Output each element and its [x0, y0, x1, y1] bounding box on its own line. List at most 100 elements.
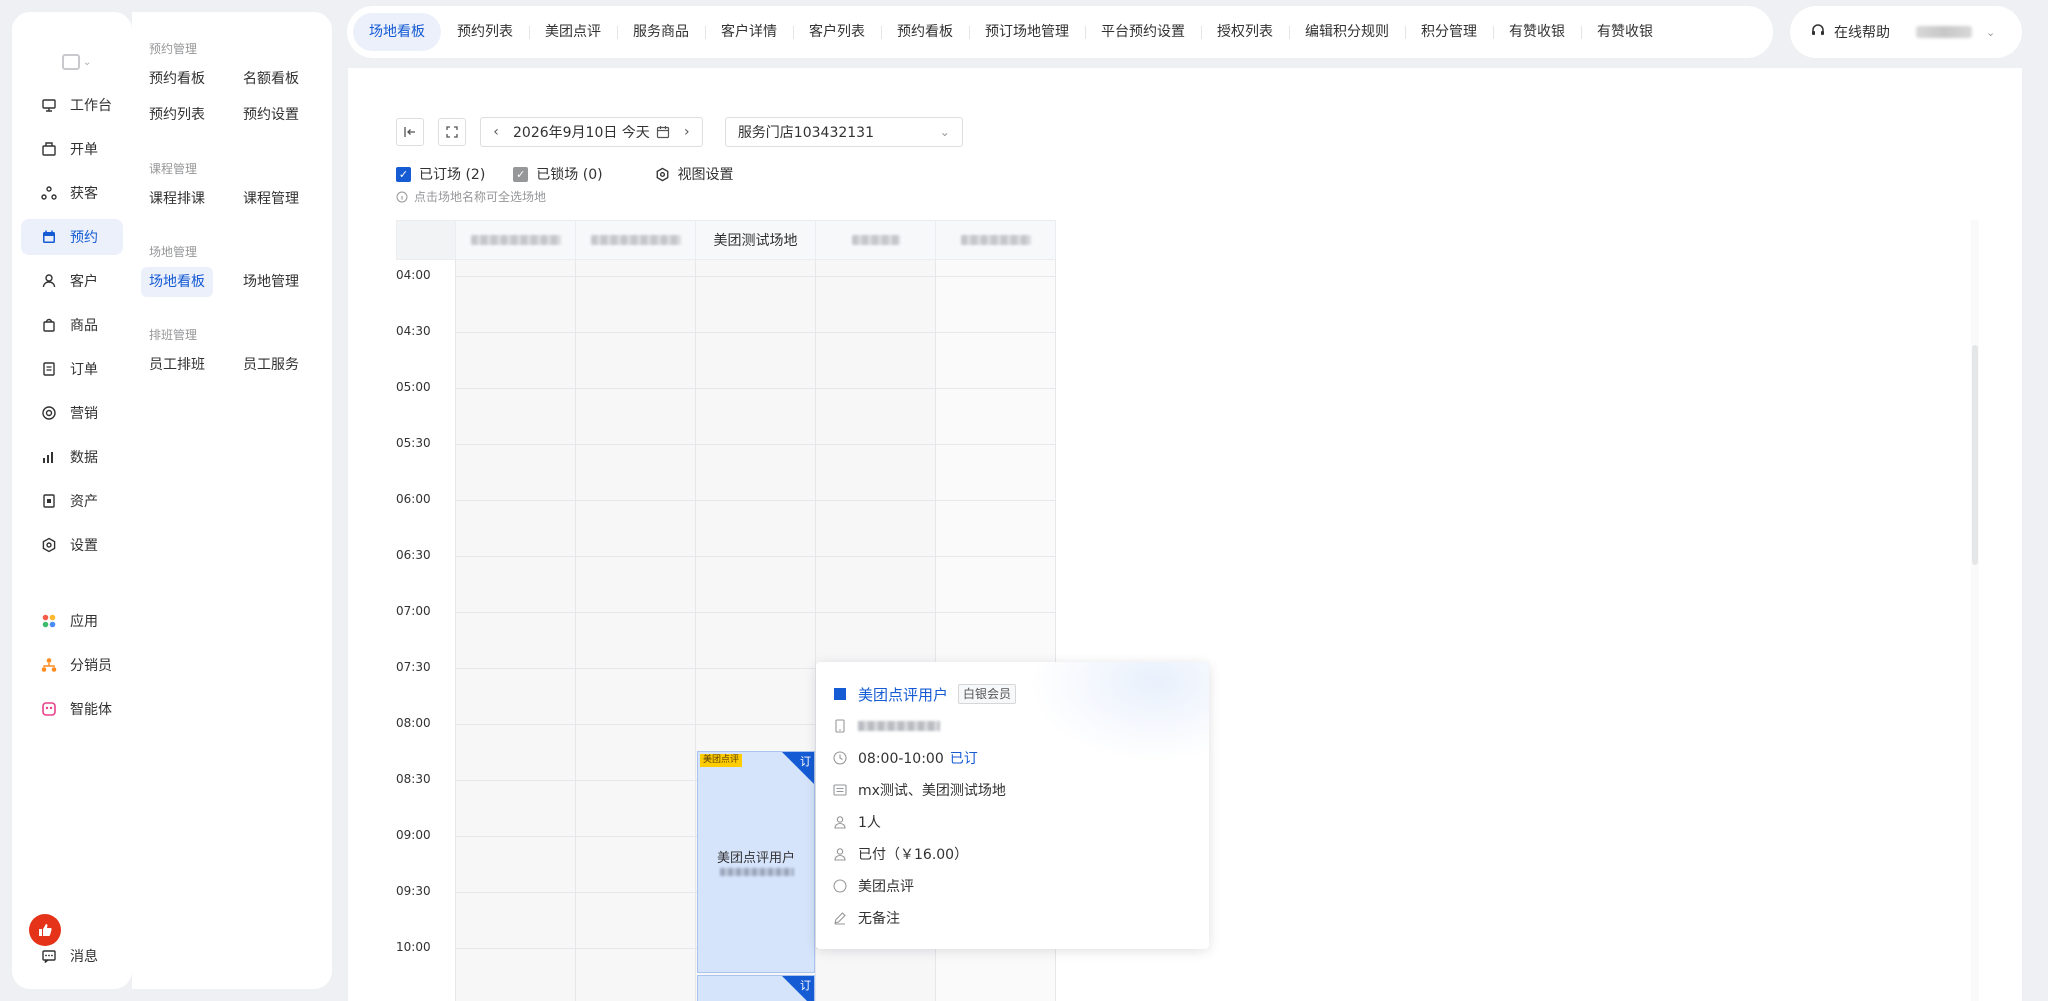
- top-right-bar: 在线帮助 ⌄: [1790, 6, 2022, 58]
- subnav-link-quota-board[interactable]: 名额看板: [235, 64, 307, 94]
- collapse-button[interactable]: [396, 118, 424, 146]
- venue-header[interactable]: [575, 220, 696, 260]
- venue-header[interactable]: [815, 220, 936, 260]
- tab-meituan[interactable]: 美团点评: [529, 13, 617, 51]
- account-name[interactable]: [1916, 26, 1972, 38]
- venue-column[interactable]: [455, 260, 576, 1001]
- thumbs-up-icon: [39, 924, 52, 936]
- popover-customer-name[interactable]: 美团点评用户: [858, 684, 948, 705]
- apps-icon: [41, 613, 57, 629]
- scrollbar-thumb[interactable]: [1972, 345, 1978, 565]
- nav-item-goods[interactable]: 商品: [21, 307, 123, 343]
- nav-item-workbench[interactable]: 工作台: [21, 87, 123, 123]
- list-icon: [832, 782, 848, 798]
- chevron-down-icon: ⌄: [939, 125, 950, 139]
- venue-header[interactable]: [455, 220, 576, 260]
- venue-header[interactable]: 美团测试场地: [695, 220, 816, 260]
- nav-item-distributor[interactable]: 分销员: [21, 647, 123, 683]
- next-day-button[interactable]: ›: [672, 124, 702, 140]
- venue-name-redacted: [960, 235, 1031, 245]
- nav-item-agent[interactable]: 智能体: [21, 691, 123, 727]
- subnav-link-booking-list[interactable]: 预约列表: [141, 100, 213, 130]
- popover-people-row: 1人: [832, 806, 1209, 838]
- user-icon: [41, 273, 57, 289]
- tab-service-goods[interactable]: 服务商品: [617, 13, 705, 51]
- nav-item-customer[interactable]: 客户: [21, 263, 123, 299]
- subnav-link-venue-board[interactable]: 场地看板: [141, 267, 213, 297]
- date-value[interactable]: 2026年9月10日 今天: [511, 122, 672, 142]
- locked-checkbox[interactable]: ✓ 已锁场 (0): [513, 164, 603, 184]
- view-settings-button[interactable]: 视图设置: [655, 164, 734, 184]
- shop-logo-switcher[interactable]: ⌄: [62, 46, 102, 78]
- subnav-group-title: 预约管理: [149, 42, 198, 56]
- phone-redacted: [858, 721, 940, 731]
- nav-label: 资产: [70, 494, 98, 510]
- popover-payment-row: 已付（￥16.00）: [832, 838, 1209, 870]
- nav-item-apps[interactable]: 应用: [21, 603, 123, 639]
- popover-venue: mx测试、美团测试场地: [858, 783, 1006, 799]
- gear-icon: [41, 537, 57, 553]
- nav-label: 开单: [70, 142, 98, 158]
- tab-authorization-list[interactable]: 授权列表: [1201, 13, 1289, 51]
- booking-block[interactable]: 美团点评 订 美团点评用户: [697, 751, 815, 973]
- venue-column[interactable]: [575, 260, 696, 1001]
- acquire-icon: [41, 185, 57, 201]
- subnav-link-course-manage[interactable]: 课程管理: [235, 184, 307, 214]
- popover-venue-row: mx测试、美团测试场地: [832, 774, 1209, 806]
- popover-time-row: 08:00-10:00 已订: [832, 742, 1209, 774]
- time-label: 06:30: [396, 548, 431, 562]
- online-help-link[interactable]: 在线帮助: [1834, 22, 1890, 42]
- calendar-small-icon: [656, 126, 669, 139]
- fullscreen-button[interactable]: [438, 118, 466, 146]
- subnav-link-course-schedule[interactable]: 课程排课: [141, 184, 213, 214]
- nav-item-settings[interactable]: 设置: [21, 527, 123, 563]
- subnav-link-staff-schedule[interactable]: 员工排班: [141, 350, 213, 380]
- popover-customer-row: 美团点评用户 白银会员: [832, 678, 1209, 710]
- tab-customer-detail[interactable]: 客户详情: [705, 13, 793, 51]
- subnav-group-title: 场地管理: [149, 245, 198, 259]
- tab-youzan-cashier[interactable]: 有赞收银: [1493, 13, 1581, 51]
- date-picker[interactable]: ‹ 2026年9月10日 今天 ›: [480, 117, 703, 147]
- venue-name: 美团测试场地: [713, 233, 798, 249]
- popover-phone-row: [832, 710, 1209, 742]
- nav-item-messages[interactable]: 消息: [21, 938, 123, 974]
- tab-booking-list[interactable]: 预约列表: [441, 13, 529, 51]
- nav-label: 订单: [70, 362, 98, 378]
- time-label: 07:30: [396, 660, 431, 674]
- tab-youzan-cashier-2[interactable]: 有赞收银: [1581, 13, 1669, 51]
- popover-time: 08:00-10:00: [858, 751, 944, 767]
- tab-venue-board[interactable]: 场地看板: [353, 13, 441, 51]
- scrollbar-track[interactable]: [1971, 220, 1979, 1001]
- subnav-link-booking-board[interactable]: 预约看板: [141, 64, 213, 94]
- tab-edit-points-rules[interactable]: 编辑积分规则: [1289, 13, 1405, 51]
- tab-platform-booking-settings[interactable]: 平台预约设置: [1085, 13, 1201, 51]
- tab-venue-booking-manage[interactable]: 预订场地管理: [969, 13, 1085, 51]
- venue-header[interactable]: [935, 220, 1056, 260]
- nav-item-data[interactable]: 数据: [21, 439, 123, 475]
- booked-label: 已订场 (2): [419, 167, 486, 183]
- nav-label: 获客: [70, 186, 98, 202]
- tab-customer-list[interactable]: 客户列表: [793, 13, 881, 51]
- booking-block[interactable]: 订: [697, 975, 815, 1001]
- locked-label: 已锁场 (0): [536, 167, 603, 183]
- booked-checkbox[interactable]: ✓ 已订场 (2): [396, 164, 485, 184]
- subnav-link-venue-manage[interactable]: 场地管理: [235, 267, 307, 297]
- nav-item-cashier[interactable]: 开单: [21, 131, 123, 167]
- tab-booking-board[interactable]: 预约看板: [881, 13, 969, 51]
- time-label: 04:00: [396, 268, 431, 282]
- subnav-link-booking-settings[interactable]: 预约设置: [235, 100, 307, 130]
- top-tabs-bar: 场地看板 预约列表 美团点评 服务商品 客户详情 客户列表 预约看板 预订场地管…: [347, 6, 1773, 58]
- message-icon: [41, 948, 57, 964]
- nav-item-order[interactable]: 订单: [21, 351, 123, 387]
- tab-points-manage[interactable]: 积分管理: [1405, 13, 1493, 51]
- nav-item-marketing[interactable]: 营销: [21, 395, 123, 431]
- prev-day-button[interactable]: ‹: [481, 124, 511, 140]
- subnav-group-title: 排班管理: [149, 328, 198, 342]
- workbench-icon: [41, 97, 57, 113]
- store-select[interactable]: 服务门店103432131 ⌄: [724, 117, 963, 147]
- nav-item-asset[interactable]: 资产: [21, 483, 123, 519]
- nav-item-acquire[interactable]: 获客: [21, 175, 123, 211]
- venue-name-redacted: [851, 235, 900, 245]
- subnav-link-staff-service[interactable]: 员工服务: [235, 350, 307, 380]
- nav-item-booking[interactable]: 预约: [21, 219, 123, 255]
